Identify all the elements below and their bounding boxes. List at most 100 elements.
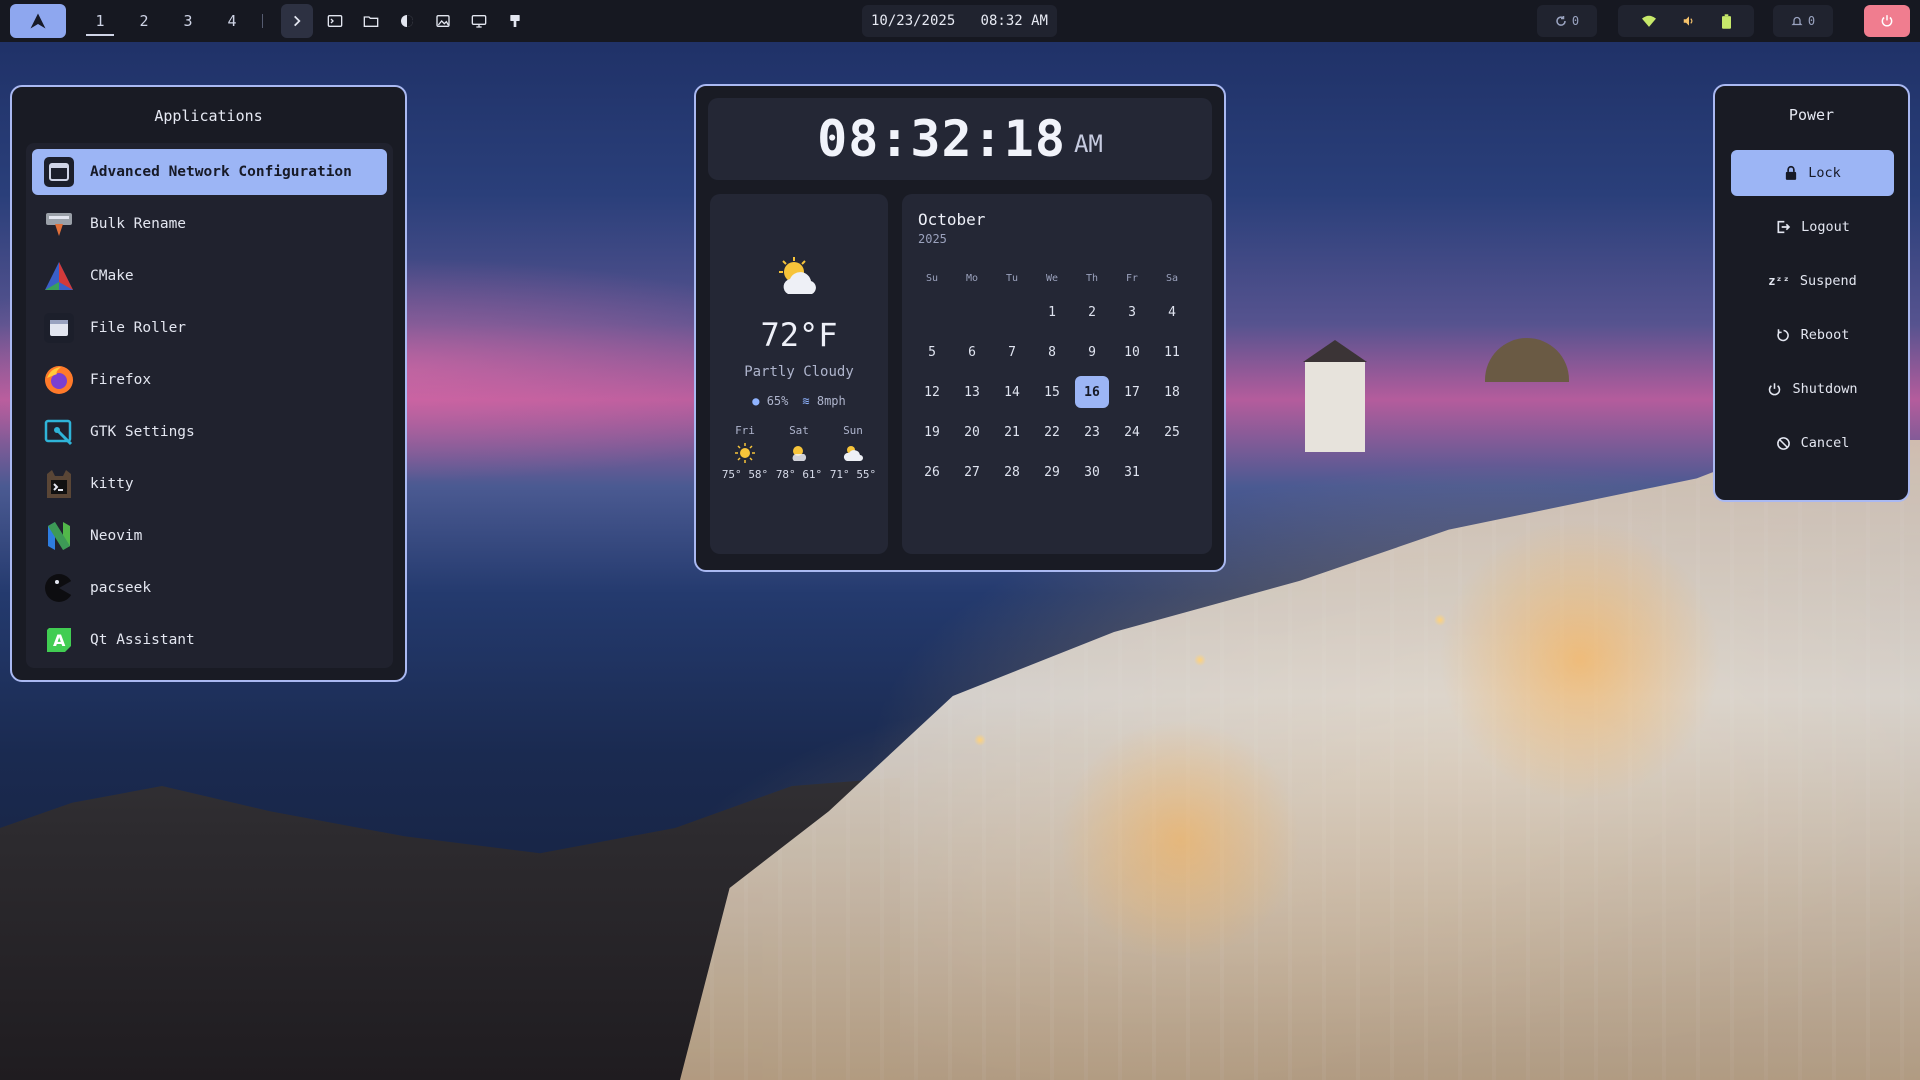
arch-logo-icon bbox=[30, 13, 46, 29]
calendar-day[interactable]: 18 bbox=[1152, 372, 1192, 412]
arch-launcher-button[interactable] bbox=[10, 4, 66, 38]
app-item-pacseek[interactable]: pacseek bbox=[32, 565, 387, 611]
calendar-day[interactable]: 30 bbox=[1072, 452, 1112, 492]
theme-toggle-icon[interactable] bbox=[389, 4, 425, 38]
calendar-day[interactable]: 15 bbox=[1032, 372, 1072, 412]
calendar-day[interactable]: 3 bbox=[1112, 292, 1152, 332]
calendar-day-number: 17 bbox=[1124, 384, 1140, 400]
app-item-neovim[interactable]: Neovim bbox=[32, 513, 387, 559]
battery-icon[interactable] bbox=[1721, 13, 1731, 29]
calendar-day-number: 4 bbox=[1168, 304, 1176, 320]
calendar-day[interactable]: 2 bbox=[1072, 292, 1112, 332]
calendar-day[interactable]: 8 bbox=[1032, 332, 1072, 372]
app-item-kitty[interactable]: kitty bbox=[32, 461, 387, 507]
logout-icon bbox=[1777, 220, 1791, 234]
calendar-day-today[interactable]: 16 bbox=[1072, 372, 1112, 412]
topbar-datetime[interactable]: 10/23/2025 08:32 AM bbox=[862, 5, 1057, 37]
calendar-day-number: 23 bbox=[1084, 424, 1100, 440]
workspace-2-button[interactable]: 2 bbox=[122, 4, 166, 38]
calendar-day-number: 10 bbox=[1124, 344, 1140, 360]
calendar-day-number: 2 bbox=[1088, 304, 1096, 320]
calendar-day[interactable]: 28 bbox=[992, 452, 1032, 492]
calendar-day[interactable]: 26 bbox=[912, 452, 952, 492]
weather-humidity: 65% bbox=[766, 394, 789, 408]
lock-button[interactable]: Lock bbox=[1731, 150, 1894, 196]
workspace-4-button[interactable]: 4 bbox=[210, 4, 254, 38]
calendar-day bbox=[1152, 452, 1192, 492]
app-item-bulk-rename[interactable]: Bulk Rename bbox=[32, 201, 387, 247]
calendar-day-number: 29 bbox=[1044, 464, 1060, 480]
calendar-day[interactable]: 11 bbox=[1152, 332, 1192, 372]
app-label: GTK Settings bbox=[90, 424, 195, 440]
cmake-icon bbox=[42, 259, 76, 293]
calendar-day-number: 24 bbox=[1124, 424, 1140, 440]
forecast-high: 71° bbox=[829, 468, 850, 481]
wifi-icon[interactable] bbox=[1641, 15, 1656, 27]
cancel-button[interactable]: Cancel bbox=[1731, 420, 1894, 466]
calendar-day[interactable]: 31 bbox=[1112, 452, 1152, 492]
workspace-1-button[interactable]: 1 bbox=[78, 4, 122, 38]
chevron-right-icon[interactable] bbox=[281, 4, 313, 38]
calendar-weekday: Su bbox=[925, 272, 939, 284]
bell-icon bbox=[1791, 16, 1803, 26]
notifications-indicator[interactable]: 0 bbox=[1773, 5, 1833, 37]
updates-indicator[interactable]: 0 bbox=[1537, 5, 1597, 37]
image-icon[interactable] bbox=[425, 4, 461, 38]
power-menu-button[interactable] bbox=[1864, 5, 1910, 37]
calendar-day[interactable]: 14 bbox=[992, 372, 1032, 412]
calendar-day[interactable]: 23 bbox=[1072, 412, 1112, 452]
calendar-day[interactable]: 24 bbox=[1112, 412, 1152, 452]
app-item-cmake[interactable]: CMake bbox=[32, 253, 387, 299]
top-bar: 1 2 3 4 10/23/2025 08:32 AM 0 0 bbox=[0, 0, 1920, 42]
calendar-day-number: 7 bbox=[1008, 344, 1016, 360]
volume-icon[interactable] bbox=[1682, 14, 1696, 28]
calendar-day[interactable]: 4 bbox=[1152, 292, 1192, 332]
calendar-day[interactable]: 27 bbox=[952, 452, 992, 492]
calendar-day[interactable]: 21 bbox=[992, 412, 1032, 452]
calendar-day[interactable]: 10 bbox=[1112, 332, 1152, 372]
workspace-3-button[interactable]: 3 bbox=[166, 4, 210, 38]
power-item-label: Suspend bbox=[1799, 273, 1857, 289]
calendar-day-number: 28 bbox=[1004, 464, 1020, 480]
power-title: Power bbox=[1788, 106, 1835, 124]
logout-button[interactable]: Logout bbox=[1731, 204, 1894, 250]
app-item-advanced-network-configuration[interactable]: Advanced Network Configuration bbox=[32, 149, 387, 195]
power-item-label: Cancel bbox=[1800, 435, 1850, 451]
terminal-icon[interactable] bbox=[317, 4, 353, 38]
app-item-gtk-settings[interactable]: GTK Settings bbox=[32, 409, 387, 455]
calendar-day[interactable]: 9 bbox=[1072, 332, 1112, 372]
app-label: File Roller bbox=[90, 320, 187, 336]
suspend-button[interactable]: zᶻᶻ Suspend bbox=[1731, 258, 1894, 304]
applications-list[interactable]: Advanced Network Configuration Bulk Rena… bbox=[26, 143, 393, 668]
calendar-day[interactable]: 19 bbox=[912, 412, 952, 452]
calendar-day-number: 6 bbox=[968, 344, 976, 360]
calendar-day-number: 26 bbox=[924, 464, 940, 480]
app-item-file-roller[interactable]: File Roller bbox=[32, 305, 387, 351]
calendar-day[interactable]: 6 bbox=[952, 332, 992, 372]
monitor-icon[interactable] bbox=[461, 4, 497, 38]
calendar-day[interactable]: 29 bbox=[1032, 452, 1072, 492]
weather-wind: 8mph bbox=[816, 394, 846, 408]
shutdown-button[interactable]: Shutdown bbox=[1731, 366, 1894, 412]
calendar-day[interactable]: 17 bbox=[1112, 372, 1152, 412]
calendar-day-number: 14 bbox=[1004, 384, 1020, 400]
gtk-settings-icon bbox=[42, 415, 76, 449]
app-label: Bulk Rename bbox=[90, 216, 187, 232]
calendar-day[interactable]: 20 bbox=[952, 412, 992, 452]
calendar-day[interactable]: 13 bbox=[952, 372, 992, 412]
folder-icon[interactable] bbox=[353, 4, 389, 38]
app-item-qt-assistant[interactable]: A Qt Assistant bbox=[32, 617, 387, 663]
calendar-day[interactable]: 22 bbox=[1032, 412, 1072, 452]
app-item-firefox[interactable]: Firefox bbox=[32, 357, 387, 403]
paint-brush-icon[interactable] bbox=[497, 4, 533, 38]
forecast-low: 58° bbox=[748, 468, 769, 481]
calendar-day[interactable]: 25 bbox=[1152, 412, 1192, 452]
calendar-day[interactable]: 7 bbox=[992, 332, 1032, 372]
power-icon bbox=[1769, 382, 1781, 395]
forecast-day-label: Fri bbox=[735, 424, 755, 437]
reboot-button[interactable]: Reboot bbox=[1731, 312, 1894, 358]
wallpaper-dome bbox=[1485, 338, 1569, 382]
calendar-day[interactable]: 12 bbox=[912, 372, 952, 412]
calendar-day[interactable]: 5 bbox=[912, 332, 952, 372]
calendar-day[interactable]: 1 bbox=[1032, 292, 1072, 332]
